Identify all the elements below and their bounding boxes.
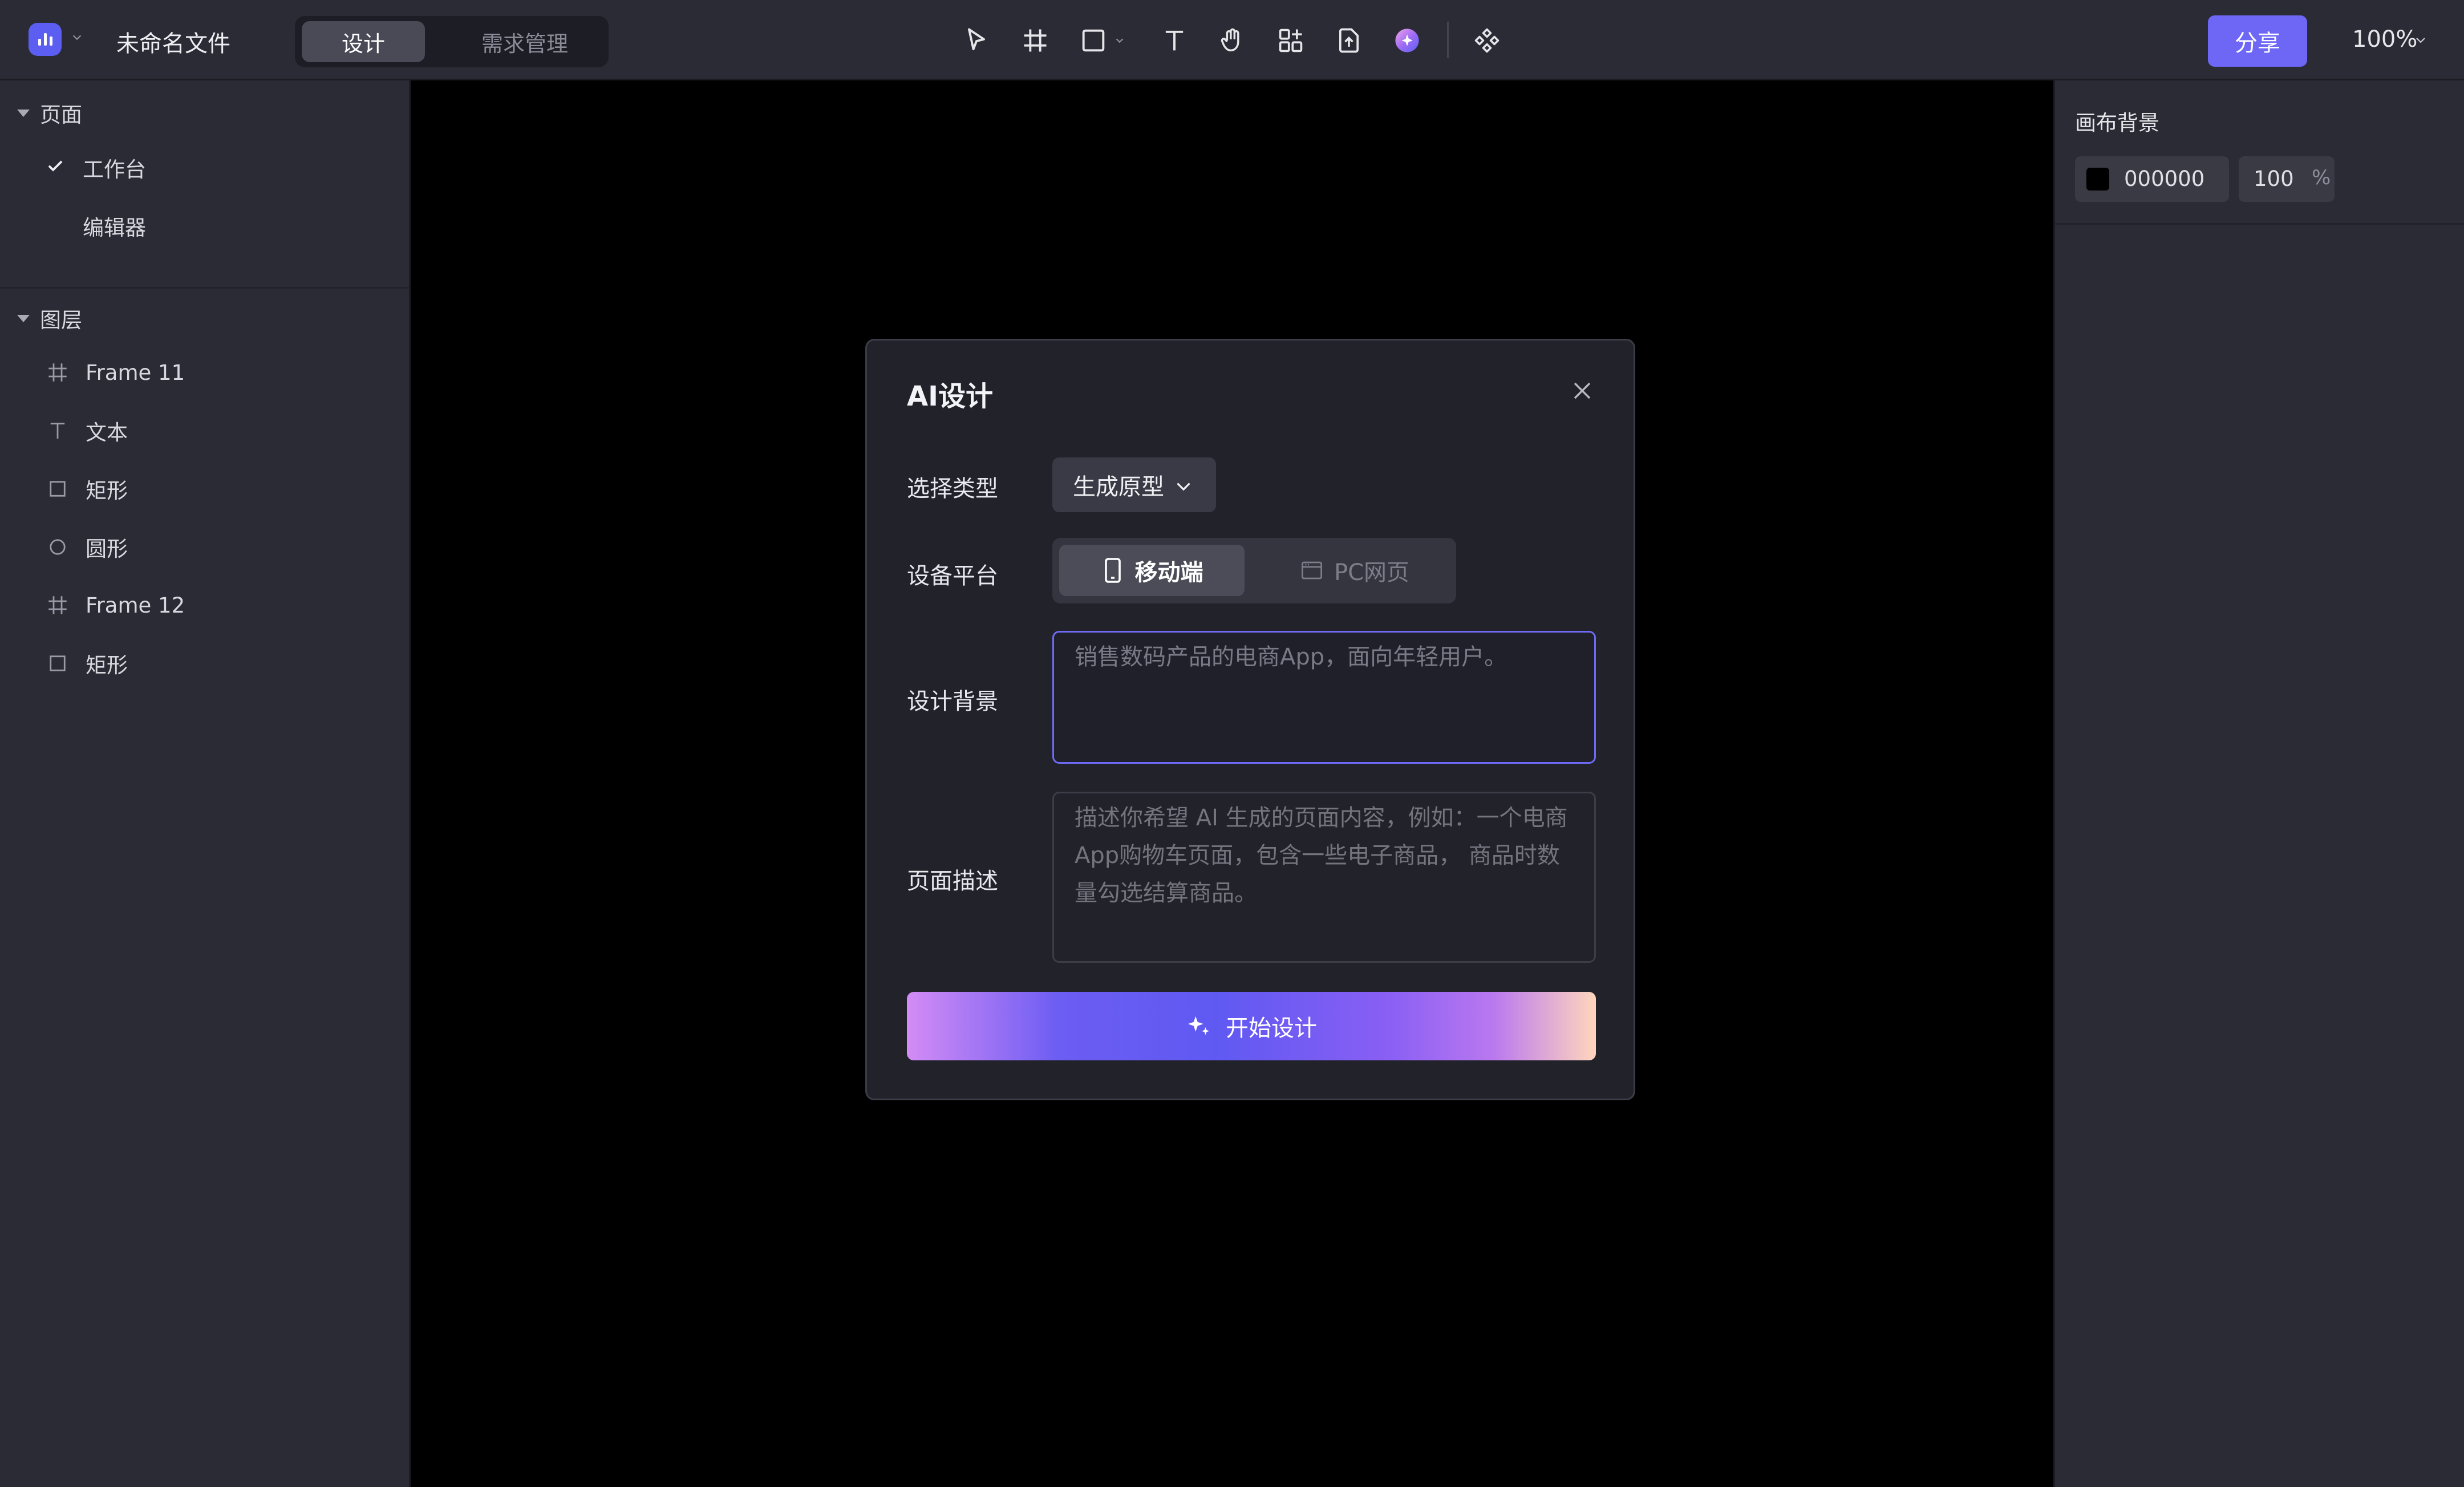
- component-diamond-icon[interactable]: [1470, 24, 1503, 57]
- chevron-down-icon: [1177, 483, 1190, 491]
- frame-icon[interactable]: [1019, 24, 1052, 57]
- layer-item[interactable]: Frame 12: [46, 588, 185, 622]
- rectangle-icon: [50, 481, 66, 497]
- platform-option-label: PC网页: [1334, 560, 1410, 586]
- app-window: 未命名文件 设计 需求管理 分享 100% 页面 工作台 编辑器 图层 Fram…: [0, 0, 2464, 1487]
- hand-icon[interactable]: [1215, 24, 1249, 57]
- page-item-editor[interactable]: 编辑器: [83, 210, 146, 241]
- platform-label: 设备平台: [907, 563, 998, 589]
- rectangle-icon: [50, 655, 66, 671]
- pointer-icon[interactable]: [960, 24, 993, 57]
- ai-design-dialog: AI设计 选择类型 生成原型 设备平台 移动端 PC网页 设计背景 销售数码产品…: [865, 339, 1635, 1100]
- platform-option-mobile[interactable]: 移动端: [1059, 545, 1245, 596]
- start-design-button[interactable]: 开始设计: [907, 992, 1596, 1060]
- rectangle-icon[interactable]: [1077, 24, 1110, 57]
- description-label: 页面描述: [907, 868, 998, 894]
- browser-window-icon: [1301, 561, 1322, 580]
- chevron-down-icon[interactable]: [2414, 33, 2427, 47]
- opacity-field[interactable]: 100 %: [2239, 156, 2335, 202]
- platform-segmented-control: 移动端 PC网页: [1052, 538, 1456, 603]
- color-hex-value[interactable]: 000000: [2124, 167, 2204, 191]
- app-logo-icon[interactable]: [29, 23, 62, 56]
- frame-icon: [48, 596, 67, 614]
- check-icon: [48, 160, 63, 172]
- top-toolbar: 未命名文件 设计 需求管理 分享 100%: [0, 0, 2464, 80]
- layer-label: 矩形: [86, 479, 128, 503]
- page-item-workbench[interactable]: 工作台: [83, 152, 146, 183]
- start-design-label: 开始设计: [1226, 1015, 1317, 1042]
- opacity-unit: %: [2312, 167, 2331, 189]
- export-icon[interactable]: [1332, 24, 1365, 57]
- layer-label: 圆形: [86, 537, 128, 561]
- mobile-phone-icon: [1104, 558, 1121, 583]
- design-background-placeholder: 销售数码产品的电商App，面向年轻用户。: [1075, 644, 1507, 670]
- opacity-value[interactable]: 100: [2254, 167, 2294, 191]
- left-sidebar: 页面 工作台 编辑器 图层 Frame 11 文本 矩形 圆形 Frame 12: [0, 80, 411, 1487]
- color-swatch[interactable]: [2086, 168, 2109, 191]
- share-button[interactable]: 分享: [2208, 15, 2307, 67]
- layer-label: 矩形: [86, 653, 128, 678]
- layer-label: Frame 11: [86, 360, 185, 385]
- layers-heading: 图层: [40, 308, 82, 333]
- sparkle-icon: [1188, 1016, 1210, 1035]
- dialog-title: AI设计: [907, 380, 994, 412]
- chevron-down-icon[interactable]: [1113, 34, 1126, 47]
- layer-label: Frame 12: [86, 593, 185, 618]
- section-divider: [2055, 223, 2464, 225]
- platform-option-label: 移动端: [1134, 560, 1203, 586]
- page-description-textarea[interactable]: 描述你希望 AI 生成的页面内容，例如：一个电商App购物车页面，包含一些电子商…: [1052, 792, 1596, 963]
- layer-item[interactable]: 矩形: [46, 646, 128, 680]
- circle-icon: [50, 539, 66, 555]
- collapse-triangle-icon[interactable]: [17, 109, 30, 117]
- type-label: 选择类型: [907, 476, 998, 502]
- mode-switch: 设计 需求管理: [295, 16, 609, 67]
- frame-icon: [48, 363, 67, 382]
- section-divider: [0, 287, 409, 289]
- layer-item[interactable]: 圆形: [46, 530, 128, 564]
- layer-item[interactable]: Frame 11: [46, 355, 185, 390]
- toolbar-divider: [1447, 22, 1449, 58]
- pages-section-header[interactable]: 页面: [17, 98, 82, 128]
- text-icon[interactable]: [1158, 24, 1191, 57]
- zoom-level[interactable]: 100%: [2352, 26, 2417, 52]
- color-hex-field[interactable]: 000000: [2075, 156, 2229, 202]
- collapse-triangle-icon[interactable]: [17, 314, 30, 322]
- layer-label: 文本: [86, 420, 128, 445]
- layer-item[interactable]: 文本: [46, 414, 128, 448]
- page-description-placeholder: 描述你希望 AI 生成的页面内容，例如：一个电商App购物车页面，包含一些电子商…: [1075, 805, 1568, 906]
- close-icon[interactable]: [1567, 376, 1597, 406]
- background-label: 设计背景: [907, 688, 998, 715]
- type-select-value: 生成原型: [1073, 474, 1164, 500]
- file-name[interactable]: 未命名文件: [116, 25, 230, 58]
- ai-orb-icon[interactable]: [1391, 24, 1424, 57]
- chevron-down-icon[interactable]: [71, 31, 83, 43]
- tab-design[interactable]: 设计: [302, 21, 425, 62]
- text-icon: [50, 423, 65, 439]
- canvas-background-title: 画布背景: [2075, 111, 2159, 135]
- type-select[interactable]: 生成原型: [1052, 457, 1216, 512]
- layers-section-header[interactable]: 图层: [17, 303, 82, 334]
- platform-option-pc[interactable]: PC网页: [1258, 545, 1452, 596]
- right-inspector: 画布背景 000000 100 %: [2053, 80, 2464, 1487]
- pages-heading: 页面: [40, 103, 82, 127]
- design-background-textarea[interactable]: 销售数码产品的电商App，面向年轻用户。: [1052, 631, 1596, 764]
- tab-requirements[interactable]: 需求管理: [445, 21, 605, 62]
- components-icon[interactable]: [1274, 24, 1307, 57]
- layer-item[interactable]: 矩形: [46, 472, 128, 506]
